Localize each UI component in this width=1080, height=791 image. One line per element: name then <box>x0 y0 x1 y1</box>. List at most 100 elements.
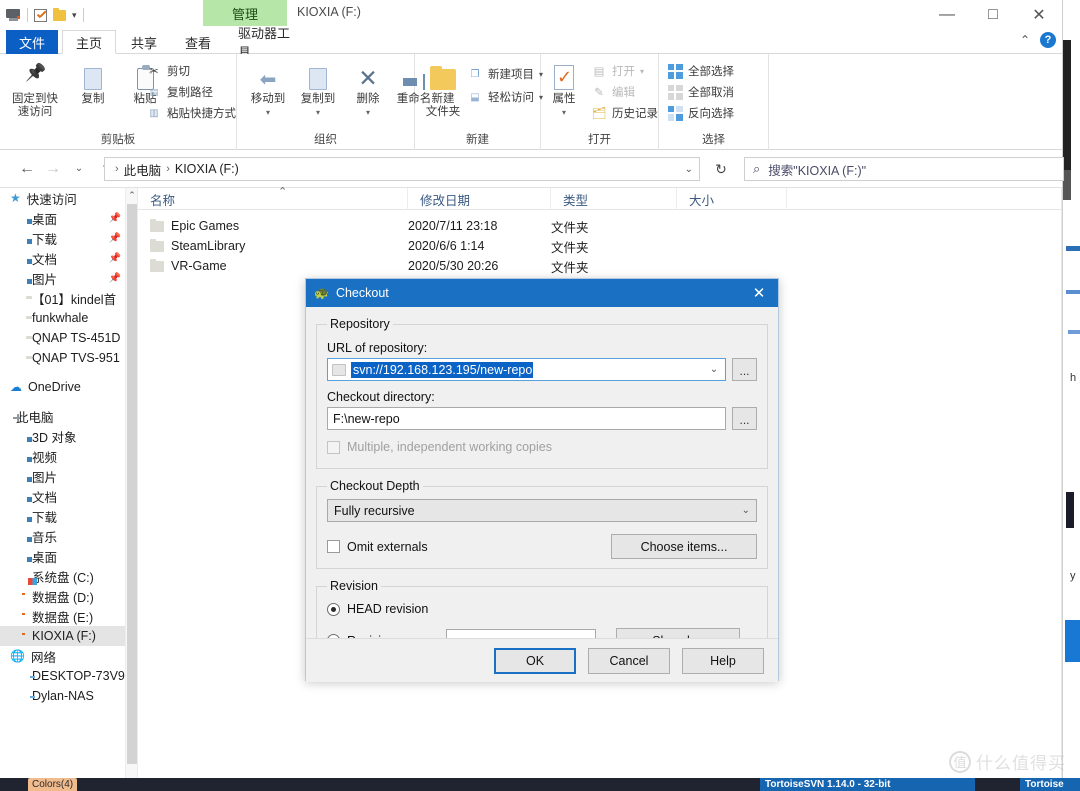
sidebar-item[interactable]: QNAP TS-451D <box>0 328 137 348</box>
sidebar-item[interactable]: 数据盘 (D:) <box>0 586 137 606</box>
edit-button[interactable]: ✎ 编辑 <box>591 84 635 100</box>
pin-icon[interactable]: 📌 <box>109 213 121 224</box>
pin-icon[interactable]: 📌 <box>109 273 121 284</box>
sidebar-item[interactable]: 图片 📌 <box>0 268 137 288</box>
sidebar-item[interactable]: 下载 📌 <box>0 228 137 248</box>
delete-caret-icon[interactable]: ▾ <box>341 106 395 119</box>
cancel-button[interactable]: Cancel <box>588 647 670 674</box>
dialog-close-button[interactable]: ✕ <box>740 279 778 307</box>
new-folder-button[interactable]: 新建 文件夹 <box>419 60 467 119</box>
checkout-directory-input[interactable]: F:\new-repo <box>327 407 726 430</box>
refresh-button[interactable]: ↻ <box>706 157 736 181</box>
collapse-ribbon-icon[interactable]: ⌃ <box>1020 33 1030 47</box>
head-revision-row[interactable]: HEAD revision <box>327 602 757 616</box>
table-row[interactable]: SteamLibrary 2020/6/6 1:14 文件夹 <box>138 236 1062 256</box>
open-button[interactable]: ▤ 打开 ▾ <box>591 63 644 79</box>
breadcrumb-item-this-pc[interactable]: 此电脑 <box>121 160 165 179</box>
select-all-button[interactable]: 全部选择 <box>667 63 734 79</box>
chevron-down-icon[interactable]: ⌄ <box>685 164 693 175</box>
sidebar-item[interactable]: 图片 <box>0 466 137 486</box>
scrollbar-thumb[interactable] <box>127 204 137 764</box>
breadcrumb-item-kioxia[interactable]: KIOXIA (F:) <box>172 162 242 176</box>
taskbar-item-colors[interactable]: Colors(4) <box>28 778 78 791</box>
sidebar-item[interactable]: KIOXIA (F:) <box>0 626 137 646</box>
column-header-date[interactable]: 修改日期 <box>408 188 551 210</box>
copy-to-caret-icon[interactable]: ▾ <box>291 106 345 119</box>
tab-share[interactable]: 共享 <box>118 30 170 54</box>
table-row[interactable]: VR-Game 2020/5/30 20:26 文件夹 <box>138 256 1062 276</box>
easy-access-button[interactable]: ⬓ 轻松访问 ▾ <box>467 89 543 105</box>
taskbar-item-tortoise-2[interactable]: Tortoise <box>1020 778 1080 791</box>
pc-icon[interactable] <box>6 8 21 22</box>
table-row[interactable]: Epic Games 2020/7/11 23:18 文件夹 <box>138 216 1062 236</box>
tab-view[interactable]: 查看 <box>172 30 224 54</box>
sidebar-item[interactable]: 文档 <box>0 486 137 506</box>
customize-caret-icon[interactable]: ▾ <box>72 10 77 20</box>
select-none-button[interactable]: 全部取消 <box>667 84 734 100</box>
sidebar-item[interactable]: QNAP TVS-951 <box>0 348 137 368</box>
sidebar-item[interactable]: DESKTOP-73V9 <box>0 666 137 686</box>
sidebar-item[interactable]: Dylan-NAS <box>0 686 137 706</box>
scroll-up-icon[interactable]: ⌃ <box>126 188 137 202</box>
sidebar-item[interactable]: 音乐 <box>0 526 137 546</box>
pin-icon[interactable]: 📌 <box>109 233 121 244</box>
properties-button[interactable]: 属性 ▾ <box>543 60 585 119</box>
url-browse-button[interactable]: ... <box>732 358 757 381</box>
back-button[interactable]: ← <box>14 156 40 182</box>
head-revision-radio[interactable] <box>327 602 340 616</box>
quick-access-toolbar[interactable]: ▾ <box>6 4 84 26</box>
help-icon[interactable]: ? <box>1040 32 1056 48</box>
forward-button[interactable]: → <box>40 156 66 182</box>
move-to-button[interactable]: ⬅ 移动到 ▾ <box>241 60 295 119</box>
checkout-directory-browse-button[interactable]: ... <box>732 407 757 430</box>
column-header-size[interactable]: 大小 <box>677 188 787 210</box>
sidebar-item[interactable]: ★ 快速访问 <box>0 188 137 208</box>
copy-to-button[interactable]: 复制到 ▾ <box>291 60 345 119</box>
ok-button[interactable]: OK <box>494 647 576 674</box>
sidebar-item[interactable]: 下载 <box>0 506 137 526</box>
navigation-scrollbar[interactable]: ⌃ ⌄ <box>125 188 137 791</box>
invert-selection-button[interactable]: 反向选择 <box>667 105 734 121</box>
history-button[interactable]: 🗂 历史记录 <box>591 105 658 121</box>
copy-button[interactable]: 复制 <box>66 60 120 106</box>
url-combobox[interactable]: svn://192.168.123.195/new-repo ⌄ <box>327 358 726 381</box>
taskbar-item-tortoisesvn[interactable]: TortoiseSVN 1.14.0 - 32-bit <box>760 778 975 791</box>
sidebar-item[interactable]: 此电脑 <box>0 406 137 426</box>
search-input[interactable]: ⌕ 搜索"KIOXIA (F:)" <box>744 157 1064 181</box>
breadcrumb[interactable]: › 此电脑 › KIOXIA (F:) ⌄ <box>104 157 700 181</box>
new-item-button[interactable]: ❐ 新建项目 ▾ <box>467 66 544 82</box>
sidebar-item[interactable]: funkwhale <box>0 308 137 328</box>
column-header-name[interactable]: 名称 ⌃ <box>138 186 408 210</box>
column-header-type[interactable]: 类型 <box>551 188 677 210</box>
omit-externals-checkbox[interactable] <box>327 540 340 553</box>
sidebar-item[interactable]: 🌐 网络 <box>0 646 137 666</box>
tab-home[interactable]: 主页 <box>62 30 116 54</box>
sidebar-item[interactable]: ☁ OneDrive <box>0 377 137 397</box>
sidebar-item[interactable]: 系统盘 (C:) <box>0 566 137 586</box>
copy-path-button[interactable]: ▤ 复制路径 <box>146 84 213 100</box>
sidebar-item[interactable]: 3D 对象 <box>0 426 137 446</box>
chevron-down-icon[interactable]: ⌄ <box>705 364 723 375</box>
tab-file[interactable]: 文件 <box>6 30 58 54</box>
chevron-down-icon[interactable]: ⌄ <box>742 505 750 516</box>
sidebar-item[interactable]: 【01】kindel首 <box>0 288 137 308</box>
sidebar-item[interactable]: 数据盘 (E:) <box>0 606 137 626</box>
multiple-working-copies-checkbox[interactable] <box>327 440 340 454</box>
pin-icon[interactable]: 📌 <box>109 253 121 264</box>
move-to-caret-icon[interactable]: ▾ <box>241 106 295 119</box>
new-folder-icon[interactable] <box>53 7 66 21</box>
paste-shortcut-button[interactable]: ▥ 粘贴快捷方式 <box>146 105 236 121</box>
properties-check-icon[interactable] <box>34 8 47 22</box>
url-value[interactable]: svn://192.168.123.195/new-repo <box>351 361 534 378</box>
close-button[interactable]: ✕ <box>1016 0 1062 30</box>
tab-drive-tools[interactable]: 驱动器工具 <box>228 26 308 60</box>
open-caret-icon[interactable]: ▾ <box>640 67 644 76</box>
multiple-working-copies-row[interactable]: Multiple, independent working copies <box>327 440 757 454</box>
maximize-button[interactable]: □ <box>970 0 1016 30</box>
sidebar-item[interactable]: 文档 📌 <box>0 248 137 268</box>
help-button[interactable]: Help <box>682 647 764 674</box>
sidebar-item[interactable]: 桌面 📌 <box>0 208 137 228</box>
properties-caret-icon[interactable]: ▾ <box>543 106 585 119</box>
cut-button[interactable]: ✂ 剪切 <box>146 63 190 79</box>
checkout-depth-select[interactable]: Fully recursive ⌄ <box>327 499 757 522</box>
